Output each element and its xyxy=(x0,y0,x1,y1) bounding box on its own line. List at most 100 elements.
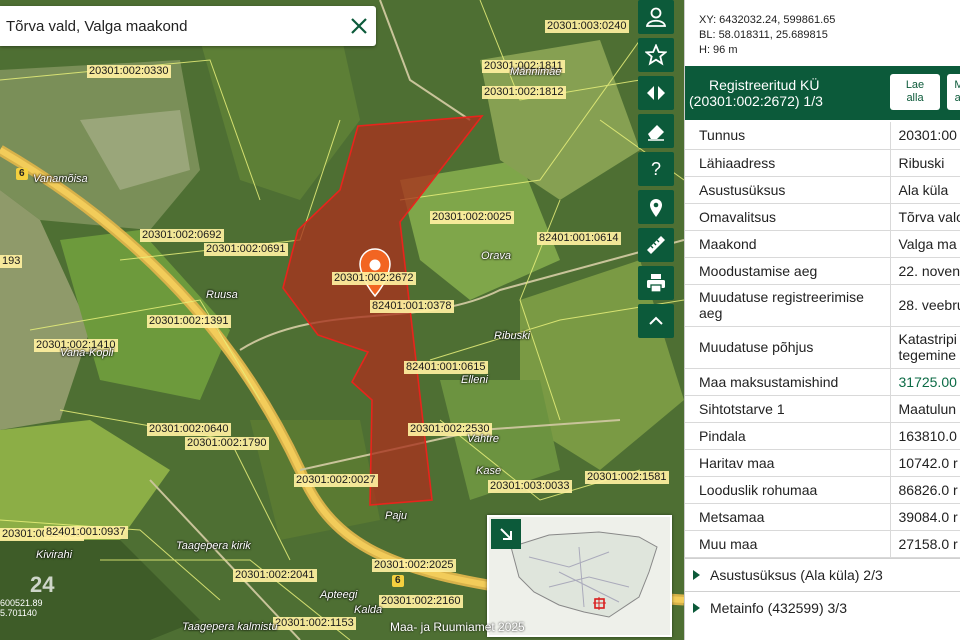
attribute-key: Moodustamise aeg xyxy=(685,257,891,285)
attribute-key: Maa maksustamishind xyxy=(685,368,891,396)
parcel-label: 20301:002:0692 xyxy=(140,229,224,242)
place-label: Kivirahi xyxy=(36,549,73,561)
attribute-value: Ala küla xyxy=(890,176,960,204)
close-icon xyxy=(351,18,367,34)
attribute-key: Looduslik rohumaa xyxy=(685,476,891,504)
attribute-value: 86826.0 r xyxy=(890,476,960,504)
parcel-label: 20301:002:2041 xyxy=(233,569,317,582)
place-label: Ruusa xyxy=(206,289,238,301)
place-label: Kalda xyxy=(354,604,383,616)
parcel-title: Registreeritud KÜ (20301:002:2672) 1/3 xyxy=(689,77,823,109)
parcel-header: Registreeritud KÜ (20301:002:2672) 1/3 L… xyxy=(685,66,960,120)
place-label: Orava xyxy=(481,250,511,262)
parcel-label: 20301:002:0025 xyxy=(430,211,514,224)
place-label: Vanamõisa xyxy=(33,173,88,185)
attribute-row: Maakond Valga ma xyxy=(685,230,960,258)
collapse-toolbar-button[interactable] xyxy=(638,304,674,338)
attribute-key: Tunnus xyxy=(685,122,891,150)
swap-icon xyxy=(647,86,665,100)
attribute-row: Maa maksustamishind 31725.00 xyxy=(685,368,960,396)
star-icon xyxy=(645,44,667,66)
place-label: Elleni xyxy=(461,374,488,386)
coordinate-readout: XY: 6432032.24, 599861.65 BL: 58.018311,… xyxy=(685,0,960,66)
parcel-label: 20301:002:1391 xyxy=(147,315,231,328)
parcel-attributes-table: Tunnus 20301:00 Lähiaadress Ribuski Asustusü… xyxy=(685,122,960,558)
arrow-down-right-icon xyxy=(500,528,512,540)
attribute-key: Sihtotstarve 1 xyxy=(685,395,891,423)
attribute-row: Haritav maa 10742.0 r xyxy=(685,449,960,477)
height-value: H: 96 m xyxy=(699,44,738,56)
road-number-badge: 6 xyxy=(16,168,28,180)
parcel-label: 193 xyxy=(0,255,23,268)
attribute-row: Looduslik rohumaa 86826.0 r xyxy=(685,476,960,504)
scale-readout-2: 5.701140 xyxy=(0,608,37,618)
measure-button[interactable] xyxy=(638,228,674,262)
eraser-button[interactable] xyxy=(638,114,674,148)
attribute-value: 28. veebru xyxy=(890,284,960,327)
attribute-value: Katastripi tegemine xyxy=(890,326,960,369)
attribute-row: Asustusüksus Ala küla xyxy=(685,176,960,204)
parcel-label: 20301:002:1581 xyxy=(585,471,669,484)
attribute-key: Maakond xyxy=(685,230,891,258)
attribute-row: Metsamaa 39084.0 r xyxy=(685,503,960,531)
attribute-key: Asustusüksus xyxy=(685,176,891,204)
place-label: Taagepera kirik xyxy=(176,540,251,552)
bl-coordinates: BL: 58.018311, 25.689815 xyxy=(699,29,828,41)
place-label: Vana-Kopli xyxy=(60,347,114,359)
attribute-value[interactable]: 31725.00 xyxy=(890,368,960,396)
attribute-row: Muu maa 27158.0 r xyxy=(685,530,960,558)
place-label: Taagepera kalmistu xyxy=(182,621,278,633)
help-button[interactable]: ? xyxy=(638,152,674,186)
parcel-label: 82401:001:0937 xyxy=(44,526,128,539)
parcel-label: 82401:001:0378 xyxy=(370,300,454,313)
ruler-icon xyxy=(647,236,665,254)
parcel-label: 20301:003:0240 xyxy=(545,20,629,33)
place-label: Apteegi xyxy=(320,589,358,601)
overview-minimap[interactable] xyxy=(487,515,672,637)
attribute-row: Tunnus 20301:00 xyxy=(685,122,960,150)
eraser-icon xyxy=(648,125,664,141)
parcel-label: 20301:002:0027 xyxy=(294,474,378,487)
parcel-label: 20301:002:0640 xyxy=(147,423,231,436)
help-icon: ? xyxy=(650,158,661,179)
map-button[interactable]: Ma ale xyxy=(947,74,960,110)
minimap-toggle-button[interactable] xyxy=(491,519,521,549)
attribute-row: Moodustamise aeg 22. noven xyxy=(685,257,960,285)
parcel-label: 20301:002:0691 xyxy=(204,243,288,256)
parcel-label: 20301:002:1153 xyxy=(273,617,356,630)
clear-search-button[interactable] xyxy=(342,9,376,43)
attribute-row: Lähiaadress Ribuski xyxy=(685,149,960,177)
download-button[interactable]: Lae alla xyxy=(890,74,940,110)
attribute-value: 22. noven xyxy=(890,257,960,285)
zoom-level: 24 xyxy=(30,572,55,597)
scale-readout-1: 600521.89 xyxy=(0,598,43,608)
expand-triangle-icon xyxy=(693,569,700,580)
search-input[interactable] xyxy=(6,17,342,35)
compare-button[interactable] xyxy=(638,76,674,110)
place-label: Kase xyxy=(476,465,502,477)
attribute-value: 27158.0 r xyxy=(890,530,960,558)
section-metainfo[interactable]: Metainfo (432599) 3/3 xyxy=(685,590,960,624)
zoom-scale-box: 24 600521.89 5.701140 xyxy=(0,572,56,622)
info-panel: XY: 6432032.24, 599861.65 BL: 58.018311,… xyxy=(684,0,960,640)
map-view[interactable]: 20301:002:1811 20301:002:1812 20301:002:… xyxy=(0,0,684,640)
attribute-key: Omavalitsus xyxy=(685,203,891,231)
parcel-label: 20301:002:1812 xyxy=(482,86,566,99)
user-button[interactable] xyxy=(638,0,674,34)
attribute-key: Lähiaadress xyxy=(685,149,891,177)
print-button[interactable] xyxy=(638,266,674,300)
expand-triangle-icon xyxy=(693,602,700,613)
section-asustusuksus[interactable]: Asustusüksus (Ala küla) 2/3 xyxy=(685,557,960,591)
parcel-label: 82401:001:0615 xyxy=(404,361,488,374)
map-toolbar: ? xyxy=(638,0,676,342)
print-icon xyxy=(647,274,665,293)
favorites-button[interactable] xyxy=(638,38,674,72)
attribute-value: Tõrva valo xyxy=(890,203,960,231)
attribute-value: Ribuski xyxy=(890,149,960,177)
attribute-key: Metsamaa xyxy=(685,503,891,531)
location-button[interactable] xyxy=(638,190,674,224)
place-label: Paju xyxy=(385,510,408,522)
user-icon xyxy=(645,7,667,27)
attribute-row: Omavalitsus Tõrva valo xyxy=(685,203,960,231)
attribute-value: 163810.0 xyxy=(890,422,960,450)
